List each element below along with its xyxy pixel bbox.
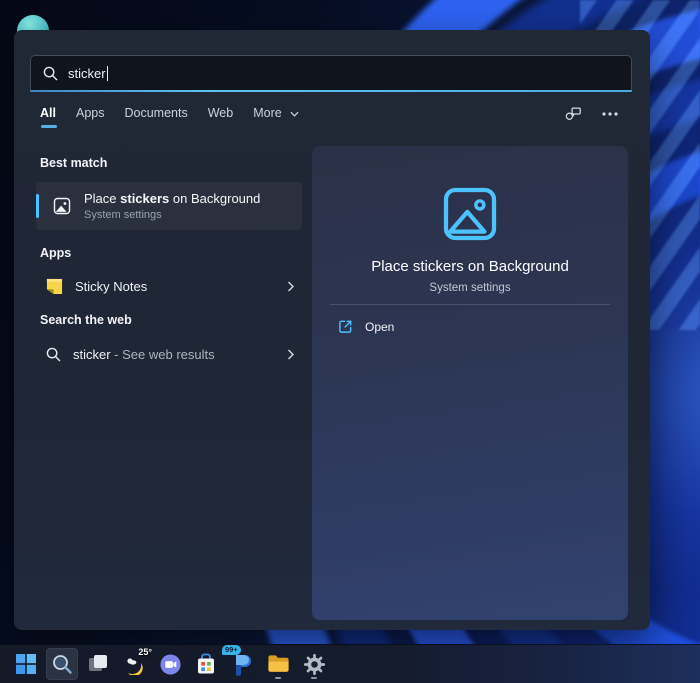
running-indicator <box>275 677 281 679</box>
best-match-label: Best match <box>40 156 107 170</box>
open-external-icon <box>338 319 353 334</box>
image-icon-large <box>438 182 502 246</box>
search-icon <box>43 66 58 81</box>
result-subtitle: System settings <box>84 209 260 221</box>
windows-logo-icon <box>15 653 37 675</box>
chat-button[interactable] <box>154 648 186 680</box>
account-icon[interactable] <box>564 106 582 122</box>
search-accent-underline <box>30 90 632 92</box>
tab-documents[interactable]: Documents <box>124 106 187 128</box>
tab-web[interactable]: Web <box>208 106 233 128</box>
sticky-notes-icon <box>46 278 63 295</box>
search-icon <box>51 653 73 675</box>
more-options-icon[interactable] <box>602 112 618 116</box>
result-sticky-notes[interactable]: Sticky Notes <box>36 268 302 304</box>
web-section-label: Search the web <box>40 313 132 327</box>
search-icon <box>46 347 61 362</box>
widgets-weather-button[interactable]: 25° <box>118 648 150 680</box>
file-explorer-button[interactable] <box>262 648 294 680</box>
tab-more-label: More <box>253 106 281 120</box>
chevron-down-icon <box>290 111 299 117</box>
result-label: sticker - See web results <box>73 347 215 362</box>
result-label: Sticky Notes <box>75 279 147 294</box>
taskbar: 25° 99+ <box>0 644 700 683</box>
filter-tabs: All Apps Documents Web More <box>40 106 299 128</box>
result-web-search[interactable]: sticker - See web results <box>36 336 302 372</box>
taskbar-search-button[interactable] <box>46 648 78 680</box>
folder-icon <box>267 654 290 675</box>
open-action[interactable]: Open <box>338 319 394 334</box>
tab-apps[interactable]: Apps <box>76 106 105 128</box>
store-icon <box>195 653 217 675</box>
tab-all[interactable]: All <box>40 106 56 128</box>
result-title: Place stickers on Background <box>84 191 260 206</box>
tab-more[interactable]: More <box>253 106 299 128</box>
text-caret <box>107 66 108 81</box>
microsoft-store-button[interactable] <box>190 648 222 680</box>
notification-badge: 99+ <box>222 645 241 655</box>
running-indicator <box>311 677 317 679</box>
image-icon <box>52 196 72 216</box>
search-flyout: sticker All Apps Documents Web More <box>14 30 650 630</box>
desktop: sticker All Apps Documents Web More <box>0 0 700 683</box>
search-header-icons <box>564 106 618 122</box>
video-chat-icon <box>159 653 182 676</box>
app-p-icon <box>231 653 253 676</box>
gear-icon <box>303 653 326 676</box>
best-match-result[interactable]: Place stickers on Background System sett… <box>36 182 302 230</box>
divider <box>330 304 610 305</box>
selection-accent-bar <box>36 194 39 218</box>
chevron-right-icon[interactable] <box>287 281 294 292</box>
search-input[interactable]: sticker <box>30 55 632 90</box>
open-label: Open <box>365 320 394 334</box>
task-view-button[interactable] <box>82 648 114 680</box>
preview-title: Place stickers on Background <box>312 258 628 275</box>
task-view-icon <box>87 653 109 675</box>
chevron-right-icon[interactable] <box>287 349 294 360</box>
preview-subtitle: System settings <box>312 282 628 294</box>
settings-button[interactable] <box>298 648 330 680</box>
apps-label: Apps <box>40 246 71 260</box>
best-match-text: Place stickers on Background System sett… <box>84 191 260 221</box>
preview-pane: Place stickers on Background System sett… <box>312 146 628 620</box>
search-query-text: sticker <box>68 66 106 81</box>
weather-temperature: 25° <box>138 647 152 657</box>
start-button[interactable] <box>10 648 42 680</box>
app-p-button[interactable]: 99+ <box>226 648 258 680</box>
